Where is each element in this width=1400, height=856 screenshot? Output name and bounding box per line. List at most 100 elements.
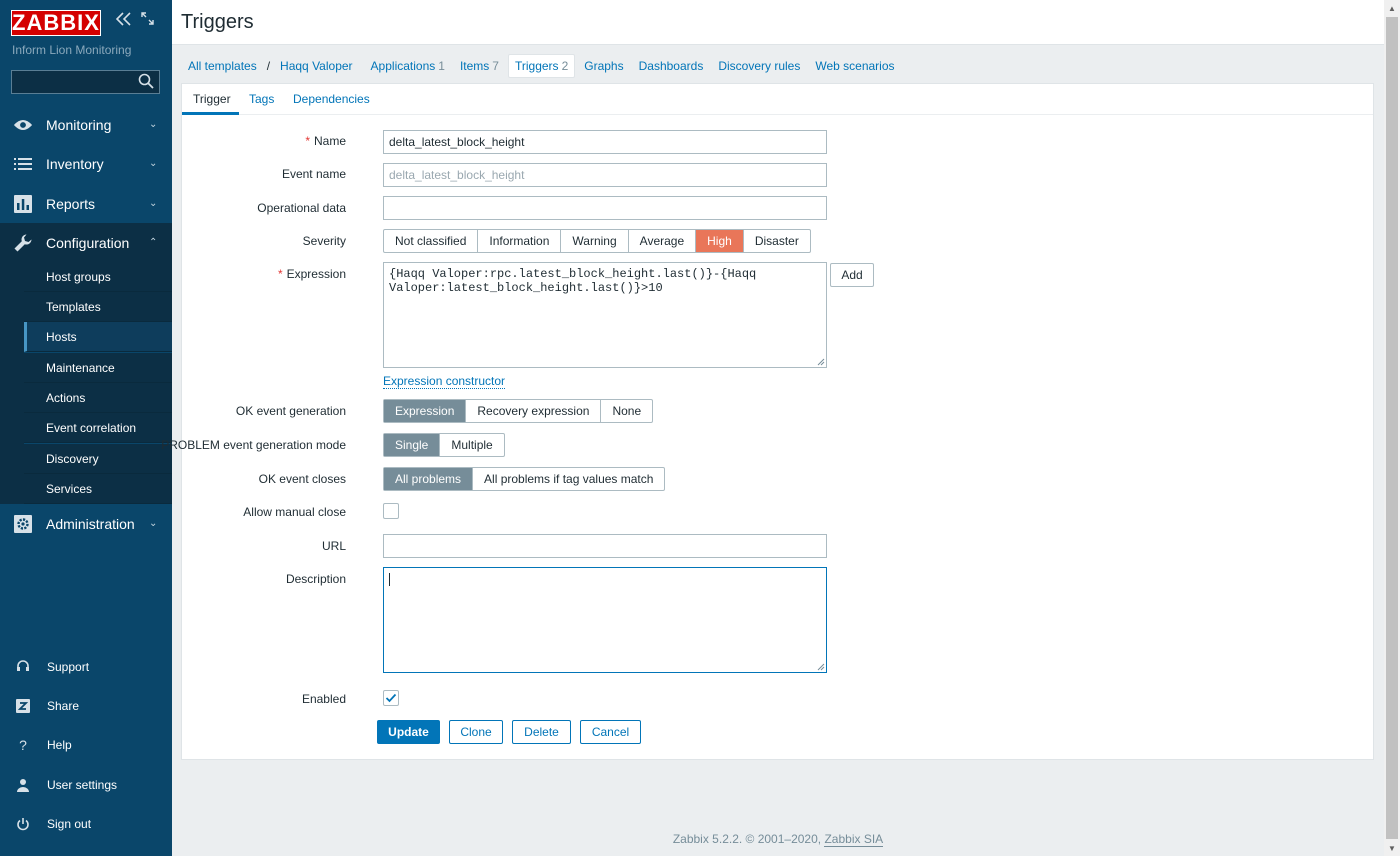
zabbix-logo[interactable]: ZABBIX (11, 10, 101, 36)
submenu-rail (0, 262, 24, 504)
nav-web-scenarios[interactable]: Web scenarios (809, 55, 900, 77)
operational-data-label: Operational data (257, 201, 346, 215)
tab-dependencies[interactable]: Dependencies (293, 92, 370, 106)
ok-event-generation-selector: Expression Recovery expression None (383, 399, 654, 423)
problem-mode-single[interactable]: Single (384, 434, 441, 456)
nav-applications[interactable]: Applications 1 (365, 55, 451, 77)
menu-monitoring[interactable]: Monitoring ⌄ (0, 105, 172, 144)
checkmark-icon (385, 693, 397, 703)
breadcrumb-separator: / (266, 59, 271, 73)
chevron-down-icon: ⌄ (149, 518, 158, 529)
tab-tags[interactable]: Tags (249, 92, 274, 106)
required-mark: * (277, 267, 283, 281)
severity-high[interactable]: High (696, 230, 744, 252)
nav-discovery-rules[interactable]: Discovery rules (712, 55, 806, 77)
severity-information[interactable]: Information (478, 230, 562, 252)
submenu-hosts[interactable]: Hosts (24, 322, 172, 352)
footer-link[interactable]: Zabbix SIA (824, 832, 884, 847)
severity-label: Severity (302, 234, 346, 248)
clone-button[interactable]: Clone (449, 720, 503, 744)
severity-selector: Not classified Information Warning Avera… (383, 229, 811, 253)
sidebar: ZABBIX Inform Lion Monitoring Monitoring… (0, 0, 172, 856)
ok-gen-expression[interactable]: Expression (384, 400, 467, 422)
menu-sign-out[interactable]: Sign out (0, 805, 172, 843)
collapse-sidebar-icon[interactable] (115, 12, 132, 31)
nav-template[interactable]: Haqq Valoper (274, 55, 359, 77)
search-icon[interactable] (138, 73, 156, 91)
name-field[interactable] (383, 130, 827, 154)
active-tab-indicator (182, 112, 239, 115)
required-mark: * (305, 134, 310, 148)
scrollbar[interactable]: ▲ ▼ (1384, 0, 1400, 856)
problem-mode-multiple[interactable]: Multiple (440, 434, 503, 456)
nav-all-templates[interactable]: All templates (182, 55, 263, 77)
ok-gen-none[interactable]: None (601, 400, 652, 422)
help-icon: ? (19, 737, 27, 753)
chevron-up-icon: ⌃ (149, 237, 158, 248)
org-name: Inform Lion Monitoring (12, 43, 132, 57)
footer: Zabbix 5.2.2. © 2001–2020, Zabbix SIA (172, 832, 1384, 847)
allow-manual-close-checkbox[interactable] (383, 503, 399, 519)
nav-applications-label: Applications (370, 59, 436, 73)
expression-constructor-link[interactable]: Expression constructor (383, 374, 506, 389)
submenu-host-groups[interactable]: Host groups (24, 262, 172, 292)
submenu-event-correlation[interactable]: Event correlation (24, 413, 172, 443)
menu-inventory[interactable]: Inventory ⌄ (0, 144, 172, 183)
nav-triggers[interactable]: Triggers 2 (507, 54, 576, 78)
submenu-services[interactable]: Services (24, 474, 172, 504)
menu-support[interactable]: Support (0, 648, 172, 686)
scroll-down-icon[interactable]: ▼ (1384, 840, 1400, 856)
chevron-down-icon: ⌄ (149, 158, 158, 169)
expression-textarea[interactable]: {Haqq Valoper:rpc.latest_block_height.la… (383, 262, 827, 368)
scroll-up-icon[interactable]: ▲ (1384, 0, 1400, 16)
menu-user-settings[interactable]: User settings (0, 766, 172, 804)
nav-graphs[interactable]: Graphs (578, 55, 629, 77)
url-field[interactable] (383, 534, 827, 558)
menu-administration-label: Administration (46, 515, 135, 532)
severity-average[interactable]: Average (629, 230, 697, 252)
operational-data-field[interactable] (383, 196, 827, 220)
submenu-actions[interactable]: Actions (24, 383, 172, 413)
nav-items-label: Items (459, 59, 490, 73)
delete-button[interactable]: Delete (512, 720, 571, 744)
gear-icon (13, 514, 33, 534)
menu-inventory-label: Inventory (46, 155, 104, 172)
kiosk-mode-icon[interactable] (141, 12, 154, 30)
description-label: Description (285, 572, 346, 586)
submenu-maintenance[interactable]: Maintenance (24, 353, 172, 383)
severity-disaster[interactable]: Disaster (744, 230, 810, 252)
nav-dashboards[interactable]: Dashboards (633, 55, 710, 77)
severity-not-classified[interactable]: Not classified (384, 230, 479, 252)
nav-items[interactable]: Items 7 (454, 55, 505, 77)
footer-text: Zabbix 5.2.2. © 2001–2020, (672, 832, 822, 846)
resize-grip-icon[interactable] (817, 663, 825, 671)
ok-gen-recovery-expression[interactable]: Recovery expression (466, 400, 602, 422)
form-tabs: Trigger Tags Dependencies (182, 84, 1373, 115)
wrench-icon (13, 233, 33, 253)
menu-reports[interactable]: Reports ⌄ (0, 184, 172, 223)
resize-grip-icon[interactable] (817, 358, 825, 366)
menu-help-label: Help (47, 738, 72, 752)
submenu-discovery[interactable]: Discovery (24, 444, 172, 474)
menu-configuration-label: Configuration (46, 234, 130, 251)
add-expression-button[interactable]: Add (830, 263, 874, 287)
menu-share[interactable]: Share (0, 687, 172, 725)
menu-administration[interactable]: Administration ⌄ (0, 504, 172, 543)
enabled-checkbox[interactable] (383, 690, 399, 706)
menu-help[interactable]: ? Help (0, 726, 172, 764)
chevron-down-icon: ⌄ (149, 198, 158, 209)
ok-closes-tag-match[interactable]: All problems if tag values match (473, 468, 664, 490)
text-cursor (389, 573, 390, 587)
scroll-thumb[interactable] (1386, 17, 1398, 839)
menu-configuration[interactable]: Configuration ⌃ (0, 223, 172, 262)
update-button[interactable]: Update (377, 720, 440, 744)
cancel-button[interactable]: Cancel (580, 720, 641, 744)
severity-warning[interactable]: Warning (561, 230, 629, 252)
event-name-label: Event name (281, 167, 346, 181)
event-name-field[interactable] (383, 163, 827, 187)
description-textarea[interactable] (383, 567, 827, 673)
tab-trigger[interactable]: Trigger (193, 92, 231, 106)
ok-event-generation-label: OK event generation (235, 404, 346, 418)
ok-closes-all-problems[interactable]: All problems (384, 468, 474, 490)
submenu-templates[interactable]: Templates (24, 292, 172, 322)
